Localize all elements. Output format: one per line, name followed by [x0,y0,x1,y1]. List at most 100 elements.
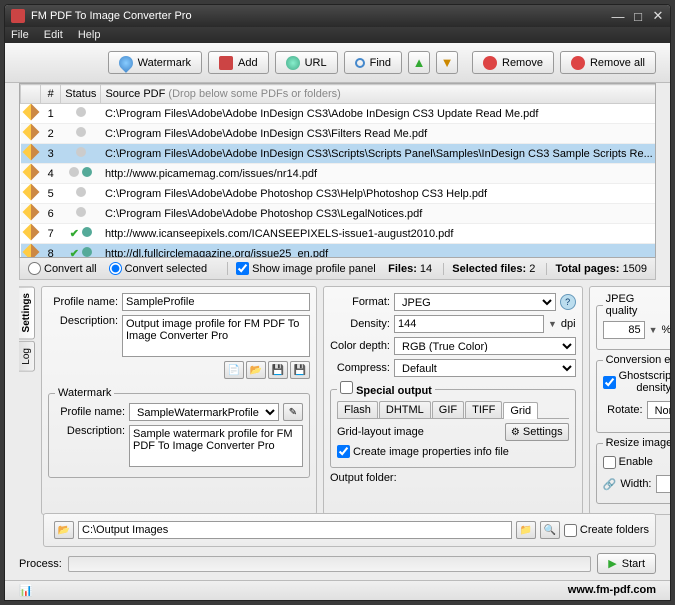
col-source[interactable]: Source PDF (Drop below some PDFs or fold… [101,85,656,104]
find-button[interactable]: Find [344,51,402,74]
globe-icon [286,56,300,70]
watermark-fieldset: Watermark Profile name:SampleWatermarkPr… [48,387,310,478]
watermark-button[interactable]: Watermark [108,51,202,74]
table-row[interactable]: 7✔ http://www.icanseepixels.com/ICANSEEP… [21,224,657,244]
convert-all-radio[interactable]: Convert all [28,262,97,275]
toolbar: Watermark Add URL Find ▲ ▼ Remove Remove… [5,43,670,83]
profile-name-input[interactable] [122,293,310,311]
tab-grid[interactable]: Grid [503,402,538,419]
profile-desc-input[interactable]: Output image profile for FM PDF To Image… [122,315,310,357]
tab-settings[interactable]: Settings [19,286,35,339]
right-panel: JPEG quality▼% JPEG max. file sizeKB PDF… [589,286,671,515]
arrow-down-icon: ▼ [441,55,454,70]
table-row[interactable]: 3 C:\Program Files\Adobe\Adobe InDesign … [21,144,657,164]
profile-desc-label: Description: [48,315,118,327]
remove-all-button[interactable]: Remove all [560,51,656,74]
row-icon [22,164,39,181]
create-props-checkbox[interactable]: Create image properties info file [337,445,509,458]
rotate-select[interactable]: None [647,401,671,419]
titlebar: FM PDF To Image Converter Pro — □ ✕ [5,5,670,27]
start-button[interactable]: ▶Start [597,553,656,574]
footer-status-icon: 📊 [19,584,33,597]
footer-link[interactable]: www.fm-pdf.com [568,584,656,597]
row-icon [22,184,39,201]
format-help-button[interactable]: ? [560,294,576,310]
maximize-button[interactable]: □ [632,10,644,22]
file-table[interactable]: # Status Source PDF (Drop below some PDF… [19,83,656,258]
table-row[interactable]: 1 C:\Program Files\Adobe\Adobe InDesign … [21,104,657,124]
window-title: FM PDF To Image Converter Pro [31,10,612,22]
side-tabs: Settings Log [19,286,35,515]
footer: 📊 www.fm-pdf.com [5,580,670,600]
profile-open-button[interactable]: 📂 [246,361,266,379]
progress-bar [68,556,592,572]
show-panel-checkbox[interactable]: Show image profile panel [227,262,376,275]
watermark-desc-input[interactable]: Sample watermark profile for FM PDF To I… [129,425,303,467]
tab-tiff[interactable]: TIFF [465,401,502,418]
output-folder-input[interactable] [78,521,512,539]
minimize-button[interactable]: — [612,10,624,22]
row-icon [22,224,39,241]
resize-enable-checkbox[interactable]: Enable [603,456,671,469]
tab-flash[interactable]: Flash [337,401,378,418]
special-output-fieldset: Special output Flash DHTML GIF TIFF Grid… [330,381,576,468]
width-input[interactable] [656,475,672,493]
profile-saveas-button[interactable]: 💾 [290,361,310,379]
arrow-up-icon: ▲ [413,55,426,70]
tab-log[interactable]: Log [19,341,35,372]
url-button[interactable]: URL [275,51,338,74]
col-status[interactable]: Status [61,85,101,104]
menu-file[interactable]: File [11,29,29,41]
grid-settings-button[interactable]: ⚙ Settings [505,423,569,441]
menubar: File Edit Help [5,27,670,43]
remove-button[interactable]: Remove [472,51,554,74]
output-explore-button[interactable]: 🔍 [540,521,560,539]
profile-new-button[interactable]: 📄 [224,361,244,379]
main-window: FM PDF To Image Converter Pro — □ ✕ File… [4,4,671,601]
play-icon: ▶ [608,557,616,570]
table-row[interactable]: 2 C:\Program Files\Adobe\Adobe InDesign … [21,124,657,144]
profile-name-label: Profile name: [48,296,118,308]
search-icon [355,58,365,68]
table-row[interactable]: 5 C:\Program Files\Adobe\Adobe Photoshop… [21,184,657,204]
add-button[interactable]: Add [208,51,269,74]
jpeg-quality-input[interactable] [603,321,645,339]
convert-selected-radio[interactable]: Convert selected [109,262,208,275]
table-statusbar: Convert all Convert selected Show image … [19,258,656,280]
table-row[interactable]: 6 C:\Program Files\Adobe\Adobe Photoshop… [21,204,657,224]
color-depth-select[interactable]: RGB (True Color) [394,337,576,355]
move-down-button[interactable]: ▼ [436,51,458,74]
create-folders-checkbox[interactable]: Create folders [564,524,649,537]
special-output-checkbox[interactable] [340,381,353,394]
row-icon [22,104,39,121]
tab-gif[interactable]: GIF [432,401,464,418]
watermark-name-select[interactable]: SampleWatermarkProfile [129,403,279,421]
density-input[interactable] [394,315,544,333]
link-icon: 🔗 [603,478,617,491]
row-icon [22,204,39,221]
gs-density-checkbox[interactable]: Ghostscript density: [603,370,671,394]
menu-help[interactable]: Help [78,29,101,41]
droplet-icon [116,53,136,73]
close-button[interactable]: ✕ [652,10,664,22]
output-open-button[interactable]: 📁 [516,521,536,539]
col-number[interactable]: # [41,85,61,104]
file-counts: Files: 14 Selected files: 2 Total pages:… [388,263,647,275]
menu-edit[interactable]: Edit [44,29,63,41]
table-row[interactable]: 4 http://www.picamemag.com/issues/nr14.p… [21,164,657,184]
format-select[interactable]: JPEG [394,293,556,311]
compress-select[interactable]: Default [394,359,576,377]
row-icon [22,244,39,258]
watermark-edit-button[interactable]: ✎ [283,403,303,421]
remove-all-icon [571,56,585,70]
engine-fieldset: Conversion engine Ghostscript density:▼d… [596,354,671,433]
row-icon [22,124,39,141]
profile-save-button[interactable]: 💾 [268,361,288,379]
move-up-button[interactable]: ▲ [408,51,430,74]
watermark-desc-label: Description: [55,425,125,437]
output-browse-button[interactable]: 📂 [54,521,74,539]
table-row[interactable]: 8✔ http://dl.fullcirclemagazine.org/issu… [21,244,657,259]
tab-dhtml[interactable]: DHTML [379,401,431,418]
process-row: Process: ▶Start [5,547,670,580]
special-tabs: Flash DHTML GIF TIFF Grid [337,401,569,419]
